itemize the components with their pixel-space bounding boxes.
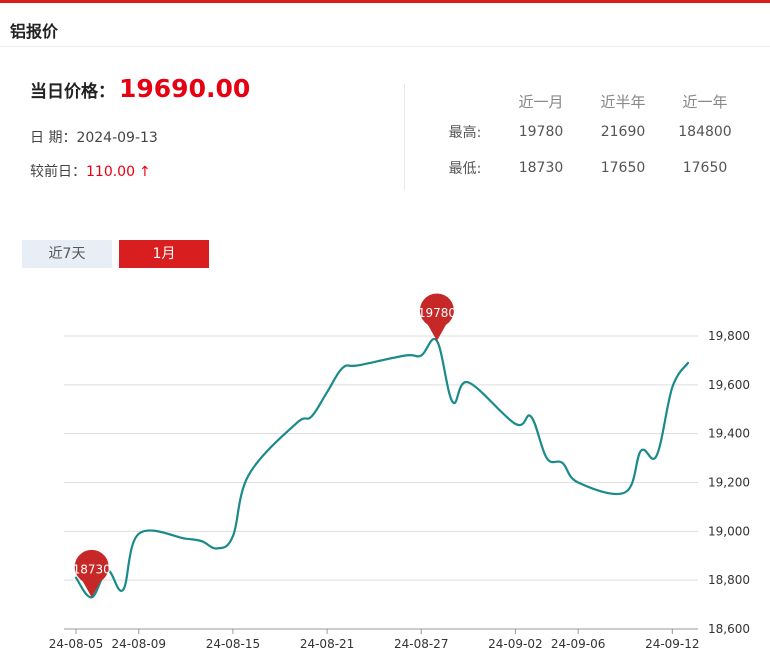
marker-pin-label: 18730 — [73, 562, 111, 576]
date-row: 日 期：2024-09-13 — [30, 127, 390, 146]
price-summary: 当日价格： 19690.00 日 期：2024-09-13 较前日：110.00… — [30, 74, 390, 180]
y-tick-label: 19,400 — [708, 427, 750, 441]
stats-col-year: 近一年 — [682, 92, 728, 111]
page-title: 铝报价 — [10, 22, 59, 41]
range-tabs: 近7天 1月 — [22, 240, 216, 268]
current-price-label: 当日价格： — [30, 82, 115, 102]
stats-low-half-year: 17650 — [600, 160, 646, 176]
stats-high-label: 最高: — [448, 125, 482, 141]
stats-col-half-year: 近半年 — [600, 92, 646, 111]
up-arrow-icon: ↑ — [139, 164, 151, 180]
change-row: 较前日：110.00 ↑ — [30, 161, 390, 180]
x-axis-labels: 24-08-05 24-08-09 24-08-15 24-08-21 24-08-27… — [49, 629, 700, 651]
header-divider — [0, 46, 770, 47]
stats-low-year: 17650 — [682, 160, 728, 176]
y-axis-labels: 18,600 18,800 19,000 19,200 19,400 19,600 19,8… — [708, 329, 750, 636]
value-marker-pin: 18730 — [73, 549, 111, 598]
marker-pin-label: 19780 — [418, 306, 456, 320]
stats-high-half-year: 21690 — [600, 124, 646, 140]
top-accent-bar — [0, 0, 770, 3]
change-label: 较前日： — [30, 164, 86, 180]
stats-high-year: 184800 — [678, 124, 732, 140]
y-tick-label: 19,800 — [708, 329, 750, 343]
stats-row-high: 最高: 19780 21690 184800 — [430, 114, 750, 150]
stats-low-month: 18730 — [518, 160, 564, 176]
x-tick-label: 24-08-27 — [394, 637, 448, 651]
price-stats-table: 近一月 近半年 近一年 最高: 19780 21690 184800 最低: 1… — [430, 88, 750, 186]
x-tick-label: 24-09-06 — [551, 637, 605, 651]
y-tick-label: 18,800 — [708, 573, 750, 587]
stats-col-month: 近一月 — [518, 92, 564, 111]
stats-header-row: 近一月 近半年 近一年 — [430, 88, 750, 114]
current-price-value: 19690.00 — [119, 74, 251, 103]
price-page: 铝报价 当日价格： 19690.00 日 期：2024-09-13 较前日：11… — [0, 0, 770, 661]
price-line-chart: 18,600 18,800 19,000 19,200 19,400 19,600 19,8… — [49, 293, 750, 651]
x-tick-label: 24-08-05 — [49, 637, 103, 651]
current-price-row: 当日价格： 19690.00 — [30, 74, 390, 110]
x-tick-label: 24-08-21 — [300, 637, 354, 651]
date-label: 日 期： — [30, 130, 77, 146]
y-tick-label: 19,200 — [708, 476, 750, 490]
y-tick-label: 19,600 — [708, 378, 750, 392]
x-tick-label: 24-08-15 — [206, 637, 260, 651]
grid-lines — [64, 335, 698, 630]
x-tick-label: 24-09-02 — [488, 637, 542, 651]
change-value: 110.00 — [86, 164, 135, 180]
y-tick-label: 18,600 — [708, 622, 750, 636]
date-value: 2024-09-13 — [76, 130, 158, 146]
tab-7-days[interactable]: 近7天 — [22, 240, 112, 268]
y-tick-label: 19,000 — [708, 524, 750, 538]
tab-1-month[interactable]: 1月 — [119, 240, 209, 268]
x-tick-label: 24-09-12 — [645, 637, 699, 651]
stats-high-month: 19780 — [518, 124, 564, 140]
stats-row-low: 最低: 18730 17650 17650 — [430, 150, 750, 186]
x-tick-label: 24-08-09 — [112, 637, 166, 651]
value-marker-pin: 19780 — [418, 293, 456, 341]
summary-divider — [404, 84, 405, 190]
series-line — [74, 337, 690, 599]
stats-low-label: 最低: — [448, 161, 482, 177]
